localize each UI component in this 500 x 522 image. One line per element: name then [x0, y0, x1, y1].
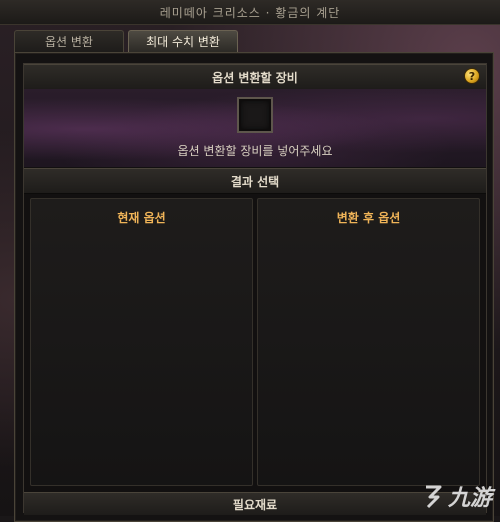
tab-bar: 옵션 변환 최대 수치 변환: [14, 30, 238, 52]
equip-section-header: 옵션 변환할 장비 ?: [24, 64, 486, 90]
inner-panel: 옵션 변환할 장비 ? 옵션 변환할 장비를 넣어주세요 결과 선택 현재 옵션…: [23, 63, 487, 515]
tab-label: 최대 수치 변환: [146, 35, 220, 49]
after-option-title: 변환 후 옵션: [336, 211, 401, 225]
after-option-panel: 변환 후 옵션: [257, 198, 480, 486]
current-option-panel: 현재 옵션: [30, 198, 253, 486]
equip-section-title: 옵션 변환할 장비: [212, 70, 298, 85]
equipment-slot[interactable]: [237, 97, 273, 133]
tab-label: 옵션 변환: [45, 35, 93, 49]
watermark-logo-icon: [425, 485, 442, 509]
tab-max-value-convert[interactable]: 최대 수치 변환: [128, 30, 238, 52]
tab-option-convert[interactable]: 옵션 변환: [14, 30, 124, 52]
watermark-text: 九游: [447, 486, 492, 511]
result-columns: 현재 옵션 변환 후 옵션: [30, 198, 480, 486]
help-icon[interactable]: ?: [464, 68, 480, 84]
window-title-bar: 레미떼아 크리소스 · 황금의 계단: [0, 0, 500, 25]
materials-section-header: 필요재료: [24, 492, 486, 515]
window-title: 레미떼아 크리소스 · 황금의 계단: [159, 5, 341, 20]
equip-drop-area: 옵션 변환할 장비를 넣어주세요: [24, 89, 486, 167]
result-section-title: 결과 선택: [230, 174, 280, 189]
materials-section-title: 필요재료: [232, 497, 278, 512]
main-panel: 옵션 변환할 장비 ? 옵션 변환할 장비를 넣어주세요 결과 선택 현재 옵션…: [14, 52, 494, 522]
watermark: 九游: [422, 480, 492, 512]
equip-hint-text: 옵션 변환할 장비를 넣어주세요: [177, 144, 333, 158]
current-option-title: 현재 옵션: [117, 211, 166, 225]
result-section-header: 결과 선택: [24, 168, 486, 194]
